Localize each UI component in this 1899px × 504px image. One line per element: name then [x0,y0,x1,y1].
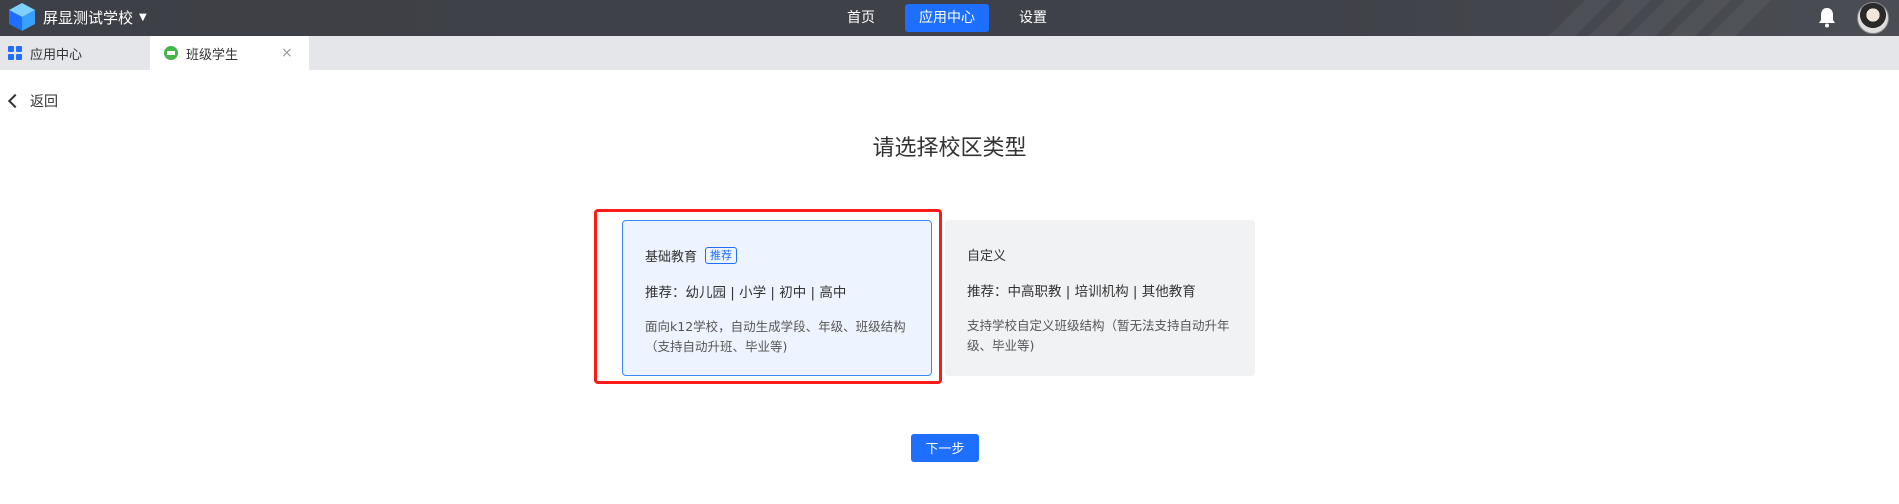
next-button[interactable]: 下一步 [911,434,979,462]
nav-settings[interactable]: 设置 [1005,4,1061,32]
caret-down-icon: ▼ [139,12,147,23]
back-label: 返回 [30,94,58,110]
grid-icon [8,46,22,60]
avatar[interactable] [1857,2,1889,34]
option-description: 支持学校自定义班级结构（暂无法支持自动升年级、毕业等) [967,318,1230,353]
tab-label: 应用中心 [30,47,83,63]
bell-icon[interactable] [1817,6,1837,28]
option-recommend: 推荐：幼儿园 | 小学 | 初中 | 高中 [645,285,847,301]
nav-home[interactable]: 首页 [833,4,889,32]
option-card-custom[interactable]: 自定义 推荐：中高职教 | 培训机构 | 其他教育 支持学校自定义班级结构（暂无… [945,220,1255,376]
recommend-badge: 推荐 [705,246,738,264]
logo-cube-icon[interactable] [8,2,36,32]
option-recommend: 推荐：中高职教 | 培训机构 | 其他教育 [967,284,1196,300]
tab-class-students[interactable]: 班级学生 × [150,36,309,70]
option-card-basic-education[interactable]: 基础教育 推荐 推荐：幼儿园 | 小学 | 初中 | 高中 面向k12学校，自动… [622,220,932,376]
main-nav: 首页 应用中心 设置 [833,0,1061,36]
school-selector[interactable]: 屏显测试学校 ▼ [43,0,147,36]
option-title: 自定义 [967,248,1007,264]
tab-app-center[interactable]: 应用中心 [0,36,150,70]
page-title: 请选择校区类型 [872,136,1027,161]
option-description: 面向k12学校，自动生成学段、年级、班级结构（支持自动升班、毕业等) [645,319,906,354]
tab-label: 班级学生 [186,47,239,63]
chevron-left-icon [7,93,23,109]
nav-app-center[interactable]: 应用中心 [905,4,989,32]
option-title: 基础教育 [645,249,698,265]
top-bar: 屏显测试学校 ▼ 首页 应用中心 设置 [0,0,1899,36]
close-icon[interactable]: × [281,36,293,70]
tab-bar: 应用中心 班级学生 × [0,36,1899,70]
green-class-icon [164,46,178,60]
back-link[interactable]: 返回 [7,91,58,111]
school-name: 屏显测试学校 [43,9,134,27]
